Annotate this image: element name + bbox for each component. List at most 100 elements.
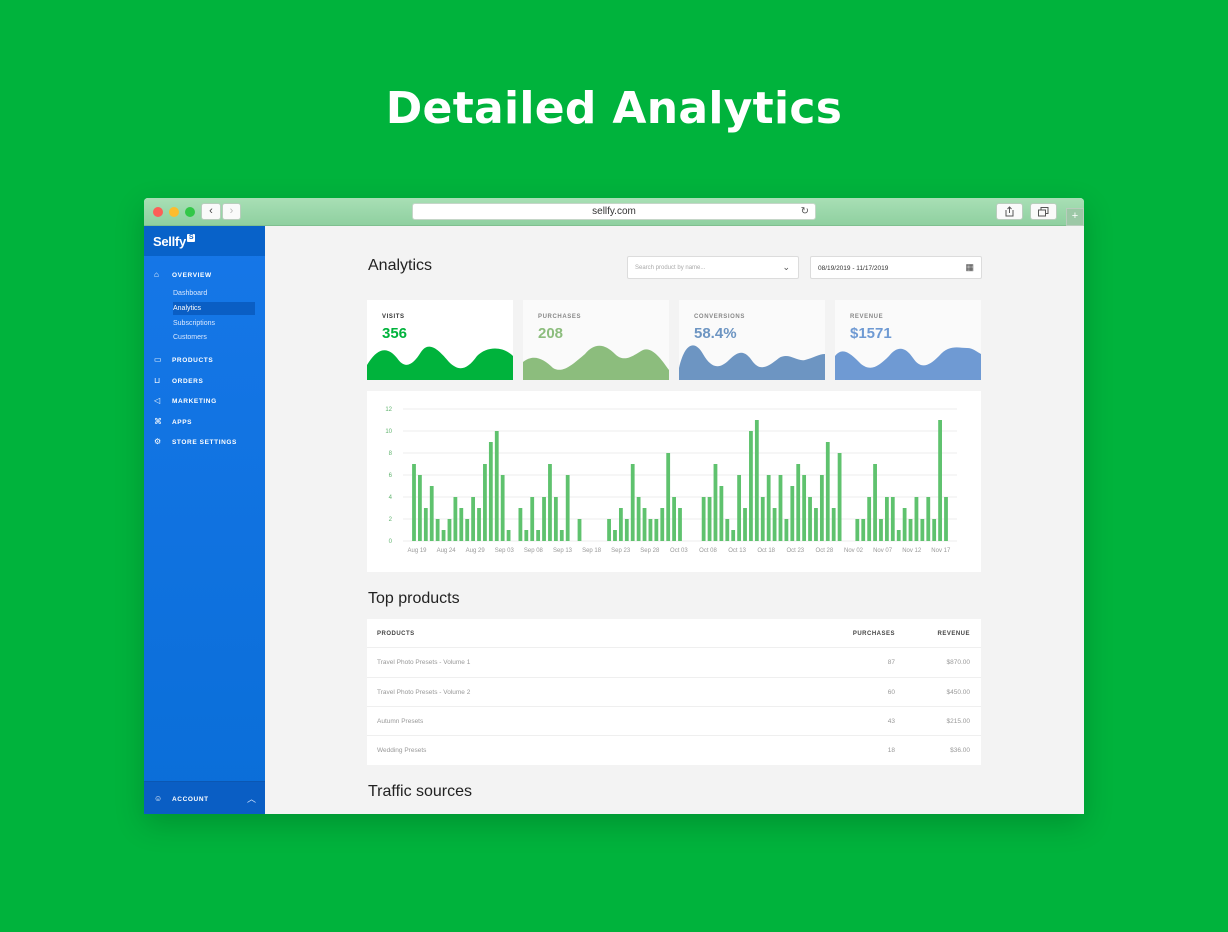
chart-bar[interactable] (749, 431, 753, 541)
chart-bar[interactable] (447, 519, 452, 541)
stat-card-visits[interactable]: VISITS 356 (367, 300, 513, 380)
chart-bar[interactable] (707, 497, 712, 541)
chart-bar[interactable] (772, 508, 777, 541)
chart-bar[interactable] (861, 519, 866, 541)
chart-bar[interactable] (477, 508, 481, 541)
chart-bar[interactable] (553, 497, 558, 541)
chart-bar[interactable] (819, 475, 824, 541)
chart-bar[interactable] (435, 519, 440, 541)
chart-bar[interactable] (441, 530, 446, 541)
chart-bar[interactable] (660, 508, 665, 541)
chart-bar[interactable] (648, 519, 653, 541)
chart-bar[interactable] (613, 530, 617, 541)
forward-button[interactable]: › (222, 203, 241, 220)
chart-bar[interactable] (418, 475, 422, 541)
chart-bar[interactable] (459, 508, 464, 541)
chart-bar[interactable] (790, 486, 795, 541)
chart-bar[interactable] (672, 497, 676, 541)
nav-orders[interactable]: ⊔ ORDERS (154, 375, 203, 387)
chart-bar[interactable] (624, 519, 629, 541)
chart-bar[interactable] (831, 508, 836, 541)
stat-card-conversions[interactable]: CONVERSIONS 58.4% (679, 300, 825, 380)
reload-icon[interactable]: ↻ (801, 204, 809, 219)
product-search-select[interactable]: Search product by name... ⌄ (627, 256, 799, 279)
chart-bar[interactable] (908, 519, 913, 541)
chart-bar[interactable] (808, 497, 812, 541)
chart-bar[interactable] (938, 420, 942, 541)
chart-bar[interactable] (536, 530, 541, 541)
chart-bar[interactable] (932, 519, 937, 541)
chart-bar[interactable] (542, 497, 546, 541)
chart-bar[interactable] (896, 530, 901, 541)
chart-bar[interactable] (678, 508, 682, 541)
chart-bar[interactable] (802, 475, 807, 541)
chart-bar[interactable] (618, 508, 623, 541)
nav-apps[interactable]: ⌘ APPS (154, 416, 192, 428)
chart-bar[interactable] (760, 497, 765, 541)
table-row[interactable]: Travel Photo Presets - Volume 2 60 $450.… (367, 677, 981, 706)
sub-nav-customers[interactable]: Customers (173, 331, 255, 344)
stat-card-purchases[interactable]: PURCHASES 208 (523, 300, 669, 380)
chart-bar[interactable] (825, 442, 830, 541)
chart-bar[interactable] (944, 497, 948, 541)
chart-bar[interactable] (636, 497, 641, 541)
chart-bar[interactable] (890, 497, 895, 541)
chart-bar[interactable] (548, 464, 552, 541)
chart-bar[interactable] (488, 442, 493, 541)
chart-bar[interactable] (743, 508, 747, 541)
chart-bar[interactable] (530, 497, 535, 541)
chart-bar[interactable] (666, 453, 671, 541)
chart-bar[interactable] (423, 508, 428, 541)
back-button[interactable]: ‹ (201, 203, 221, 220)
chart-bar[interactable] (867, 497, 872, 541)
account-menu[interactable]: ☺ ACCOUNT ︿ (144, 781, 265, 814)
nav-overview[interactable]: ⌂ OVERVIEW (154, 269, 212, 281)
nav-store-settings[interactable]: ⚙ STORE SETTINGS (154, 436, 237, 448)
chart-bar[interactable] (920, 519, 925, 541)
date-range-picker[interactable]: 08/19/2019 - 11/17/2019 ▦ (810, 256, 982, 279)
sub-nav-dashboard[interactable]: Dashboard (173, 287, 255, 300)
chart-bar[interactable] (471, 497, 476, 541)
chart-bar[interactable] (465, 519, 470, 541)
chart-bar[interactable] (879, 519, 883, 541)
stat-card-revenue[interactable]: REVENUE $1571 (835, 300, 981, 380)
chart-bar[interactable] (565, 475, 570, 541)
chart-bar[interactable] (855, 519, 860, 541)
chart-bar[interactable] (494, 431, 499, 541)
chart-bar[interactable] (607, 519, 611, 541)
chart-bar[interactable] (483, 464, 487, 541)
chart-bar[interactable] (784, 519, 789, 541)
nav-products[interactable]: ▭ PRODUCTS (154, 354, 213, 366)
chart-bar[interactable] (796, 464, 801, 541)
chart-bar[interactable] (701, 497, 706, 541)
chart-bar[interactable] (453, 497, 458, 541)
chart-bar[interactable] (642, 508, 647, 541)
chart-bar[interactable] (524, 530, 529, 541)
close-window-button[interactable] (153, 207, 163, 217)
table-row[interactable]: Autumn Presets 43 $215.00 (367, 706, 981, 735)
share-button[interactable] (996, 203, 1023, 220)
minimize-window-button[interactable] (169, 207, 179, 217)
chart-bar[interactable] (506, 530, 511, 541)
chart-bar[interactable] (630, 464, 635, 541)
chart-bar[interactable] (914, 497, 919, 541)
tabs-overview-button[interactable] (1030, 203, 1057, 220)
chart-bar[interactable] (559, 530, 564, 541)
chart-bar[interactable] (500, 475, 505, 541)
brand-logo[interactable]: Sellfy S (144, 226, 265, 256)
chart-bar[interactable] (873, 464, 877, 541)
table-row[interactable]: Travel Photo Presets - Volume 1 87 $870.… (367, 647, 981, 676)
chart-bar[interactable] (654, 519, 659, 541)
chart-bar[interactable] (884, 497, 889, 541)
chart-bar[interactable] (713, 464, 718, 541)
new-tab-button[interactable]: + (1066, 208, 1084, 226)
chart-bar[interactable] (719, 486, 724, 541)
chart-bar[interactable] (766, 475, 771, 541)
chart-bar[interactable] (837, 453, 842, 541)
maximize-window-button[interactable] (185, 207, 195, 217)
chart-bar[interactable] (731, 530, 736, 541)
address-bar[interactable]: sellfy.com ↻ (412, 203, 816, 220)
chart-bar[interactable] (429, 486, 434, 541)
chart-bar[interactable] (518, 508, 523, 541)
chart-bar[interactable] (412, 464, 416, 541)
